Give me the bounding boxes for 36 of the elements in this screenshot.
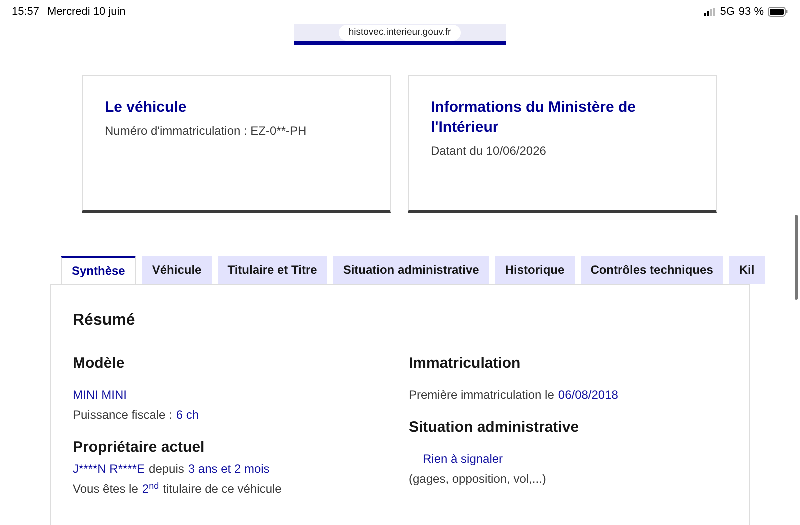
section-heading: Propriétaire actuel bbox=[73, 439, 206, 457]
detail-text: (gages, opposition, vol,...) bbox=[409, 471, 546, 488]
tab[interactable]: Historique bbox=[495, 256, 575, 284]
signal-icon bbox=[704, 8, 716, 16]
status-time: 15:57 bbox=[12, 4, 40, 20]
detail-value: 3 ans et 2 mois bbox=[188, 461, 270, 478]
card-title: Le véhicule bbox=[105, 98, 188, 118]
section-heading: Immatriculation bbox=[409, 355, 522, 373]
detail-value: 2$^{nd}$ bbox=[142, 480, 160, 498]
detail-text: Vous êtes le bbox=[73, 481, 138, 498]
network-label: 5G bbox=[720, 4, 735, 20]
section-heading: Modèle bbox=[73, 355, 126, 373]
tab[interactable]: Titulaire et Titre bbox=[218, 256, 328, 284]
status-date: Mercredi 10 juin bbox=[48, 4, 126, 20]
detail-value: 06/08/2018 bbox=[558, 387, 618, 404]
section-heading: Situation administrative bbox=[409, 419, 580, 437]
detail-value: 6 ch bbox=[176, 407, 200, 424]
detail-text: Puissance fiscale : bbox=[73, 407, 172, 424]
detail-text: titulaire de ce véhicule bbox=[163, 481, 282, 498]
card-text: Numéro d'immatriculation : EZ-0**-PH bbox=[105, 123, 308, 140]
tab[interactable]: Situation administrative bbox=[333, 256, 490, 284]
detail-value: J****N R****E bbox=[73, 461, 146, 478]
detail-text: depuis bbox=[149, 461, 184, 478]
detail-text: Première immatriculation le bbox=[409, 387, 554, 404]
detail-value: Rien à signaler bbox=[422, 451, 504, 468]
tab[interactable]: Synthèse bbox=[61, 256, 136, 284]
tab[interactable]: Kil bbox=[729, 256, 765, 284]
card-title: Informations du Ministère de l'Intérieur bbox=[431, 98, 638, 138]
tab[interactable]: Contrôles techniques bbox=[580, 256, 724, 284]
battery-label: 93 % bbox=[738, 4, 764, 20]
detail-value: MINI MINI bbox=[73, 387, 127, 404]
url-field[interactable]: histovec.interieur.gouv.fr bbox=[338, 25, 462, 42]
panel-title: Résumé bbox=[73, 311, 136, 331]
tab[interactable]: Véhicule bbox=[142, 256, 212, 284]
card-text: Datant du 10/06/2026 bbox=[431, 143, 548, 160]
battery-icon bbox=[768, 7, 788, 17]
